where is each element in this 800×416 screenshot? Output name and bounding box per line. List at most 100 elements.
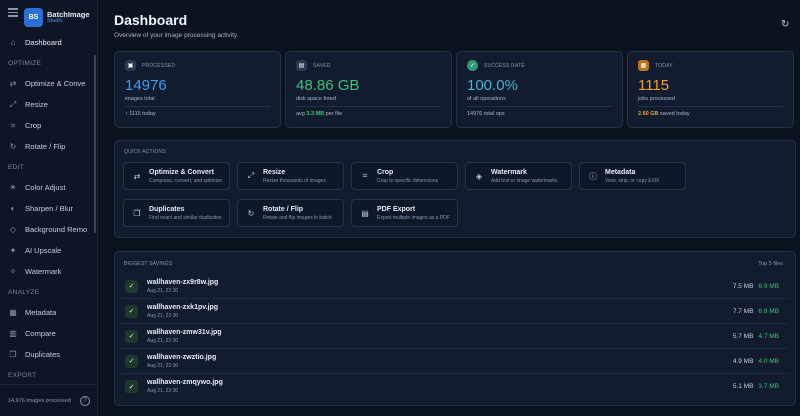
sidebar-item-watermark[interactable]: ✧ Watermark <box>0 261 98 282</box>
quick-action-resize[interactable]: ⤢ Resize Resize thousands of images <box>237 162 344 190</box>
stat-value: 48.86 GB <box>296 77 360 94</box>
original-size: 4.9 MB <box>732 357 754 365</box>
stat-card-success-rate: ✓ SUCCESS RATE 100.0% of all operations … <box>456 51 623 128</box>
stats-row: ▣ PROCESSED 14976 images total ↑ 1115 to… <box>114 51 794 128</box>
original-size: 7.5 MB <box>732 282 754 290</box>
check-icon: ✓ <box>125 279 138 293</box>
convert-icon: ⇄ <box>9 79 17 88</box>
file-date: Aug 21, 22:30 <box>147 362 179 369</box>
sun-icon: ☀ <box>9 183 17 192</box>
quick-action-rotate[interactable]: ↻ Rotate / Flip Rotate and flip images in… <box>237 199 344 227</box>
file-name: wallhaven-zmqywo.jpg <box>147 379 223 386</box>
stat-label: SAVED <box>313 62 331 69</box>
sidebar-item-dashboard[interactable]: ⌂ Dashboard <box>0 32 98 53</box>
stat-desc: disk space freed <box>296 96 337 102</box>
stat-label: TODAY <box>655 62 673 69</box>
sidebar-item-color-adjust[interactable]: ☀ Color Adjust <box>0 177 98 198</box>
sidebar-item-metadata[interactable]: ▦ Metadata <box>0 302 98 323</box>
file-name: wallhaven-zwztio.jpg <box>147 353 217 361</box>
stat-value: 14976 <box>125 77 167 94</box>
sidebar-item-crop[interactable]: ⌗ Crop <box>0 115 98 136</box>
sidebar-item-optimize[interactable]: ⇄ Optimize & Conve <box>0 73 98 94</box>
convert-icon: ⇄ <box>133 171 141 181</box>
document-icon: ▤ <box>361 208 369 218</box>
new-size: 6.9 MB <box>758 282 779 290</box>
file-date: Aug 21, 22:30 <box>147 287 179 294</box>
sidebar-item-label: Metadata <box>25 308 57 317</box>
table-row[interactable]: ✓ wallhaven-zmw31v.jpg Aug 21, 22:30 5.7 … <box>121 324 789 349</box>
page-subtitle: Overview of your image processing activi… <box>114 32 238 39</box>
nav-section-optimize: OPTIMIZE <box>8 59 42 67</box>
stat-desc: of all operations <box>467 96 506 102</box>
home-icon: ⌂ <box>10 38 16 47</box>
stat-foot: ↑ 1115 today <box>125 111 156 117</box>
images-processed-count: 14,976 images processed <box>8 397 71 404</box>
rotate-icon: ↻ <box>9 142 17 151</box>
main-content: Dashboard Overview of your image process… <box>98 0 800 416</box>
refresh-icon[interactable]: ↻ <box>781 19 789 30</box>
table-row[interactable]: ✓ wallhaven-zx9r8w.jpg Aug 21, 22:30 7.5 … <box>121 274 789 299</box>
quick-action-pdf-export[interactable]: ▤ PDF Export Export multiple images as a … <box>351 199 458 227</box>
quick-action-watermark[interactable]: ◈ Watermark Add text or image watermarks <box>465 162 572 190</box>
nav-section-analyze: ANALYZE <box>8 288 40 296</box>
new-size: 4.7 MB <box>758 332 779 340</box>
table-row[interactable]: ✓ wallhaven-zxk1pv.jpg Aug 21, 22:30 7.7 … <box>121 299 789 324</box>
savings-count: Top 5 files <box>758 261 783 267</box>
sidebar-item-upscale[interactable]: ✦ AI Upscale <box>0 240 98 261</box>
menu-icon[interactable] <box>8 8 18 17</box>
check-icon: ✓ <box>125 304 138 318</box>
app-logo: BS BatchImage Studio <box>24 8 90 27</box>
copy-icon: ❐ <box>133 208 141 218</box>
file-date: Aug 21, 22:30 <box>147 388 179 394</box>
quick-action-crop[interactable]: ⌗ Crop Crop to specific dimensions <box>351 162 458 190</box>
crop-icon: ⌗ <box>362 171 368 180</box>
stat-foot: 14976 total ops <box>467 111 505 117</box>
check-badge-icon: ✓ <box>467 60 478 71</box>
quick-action-optimize[interactable]: ⇄ Optimize & Convert Compress, convert, a… <box>123 162 230 190</box>
biggest-savings-panel: BIGGEST SAVINGS Top 5 files ✓ wallhaven-… <box>114 251 796 406</box>
sidebar-item-background[interactable]: ◇ Background Remo <box>0 219 98 240</box>
stat-label: SUCCESS RATE <box>484 62 525 69</box>
app-subtitle: Studio <box>47 18 63 24</box>
stat-card-today: ▦ TODAY 1115 jobs processed 2.60 GB save… <box>627 51 794 128</box>
page-title: Dashboard <box>114 12 188 28</box>
stat-foot: 2.60 GB saved today <box>638 111 690 117</box>
sidebar: BS BatchImage Studio ⌂ Dashboard OPTIMIZE… <box>0 0 98 416</box>
stat-desc: images total <box>125 96 155 102</box>
image-icon: ▣ <box>125 60 136 71</box>
stamp-icon: ✧ <box>9 267 17 276</box>
stat-foot: avg 3.3 MB per file <box>296 111 343 117</box>
rotate-icon: ↻ <box>247 208 255 218</box>
quick-action-metadata[interactable]: ⓘ Metadata View, strip, or copy EXIF <box>579 162 686 190</box>
table-row[interactable]: ✓ wallhaven-zwztio.jpg Aug 21, 22:30 4.9 … <box>121 349 789 374</box>
resize-icon: ⤢ <box>247 171 255 180</box>
original-size: 5.7 MB <box>732 332 754 340</box>
stat-desc: jobs processed <box>638 96 675 102</box>
table-row[interactable]: ✓ wallhaven-zmqywo.jpg Aug 21, 22:30 5.1 … <box>121 374 789 399</box>
original-size: 7.7 MB <box>732 307 754 315</box>
file-date: Aug 21, 22:30 <box>147 337 179 344</box>
new-size: 4.0 MB <box>758 357 779 365</box>
sidebar-item-label: Watermark <box>25 267 62 276</box>
sidebar-item-label: Rotate / Flip <box>25 142 66 151</box>
check-icon: ✓ <box>125 329 138 343</box>
sparkle-icon: ✦ <box>9 246 17 255</box>
sidebar-item-label: Dashboard <box>25 38 62 47</box>
info-icon: ⓘ <box>589 171 597 181</box>
sidebar-item-compare[interactable]: ▥ Compare <box>0 323 98 344</box>
sidebar-item-duplicates[interactable]: ❐ Duplicates <box>0 344 98 365</box>
file-name: wallhaven-zxk1pv.jpg <box>147 303 219 311</box>
sidebar-scrollbar[interactable] <box>94 55 96 233</box>
sidebar-item-sharpen[interactable]: ◐ Sharpen / Blur <box>0 198 98 219</box>
sidebar-item-resize[interactable]: ⤢ Resize <box>0 94 98 115</box>
help-icon[interactable]: ? <box>80 395 90 406</box>
sidebar-item-rotate[interactable]: ↻ Rotate / Flip <box>0 136 98 157</box>
stat-label: PROCESSED <box>142 62 176 69</box>
sidebar-item-label: Crop <box>25 121 42 130</box>
sidebar-item-label: Color Adjust <box>25 183 66 192</box>
quick-action-duplicates[interactable]: ❐ Duplicates Find exact and similar dupli… <box>123 199 230 227</box>
quick-actions-panel: QUICK ACTIONS ⇄ Optimize & Convert Compre… <box>114 140 796 238</box>
app-name: BatchImage <box>47 9 90 19</box>
crop-icon: ⌗ <box>10 120 16 130</box>
savings-title: BIGGEST SAVINGS <box>124 261 173 267</box>
